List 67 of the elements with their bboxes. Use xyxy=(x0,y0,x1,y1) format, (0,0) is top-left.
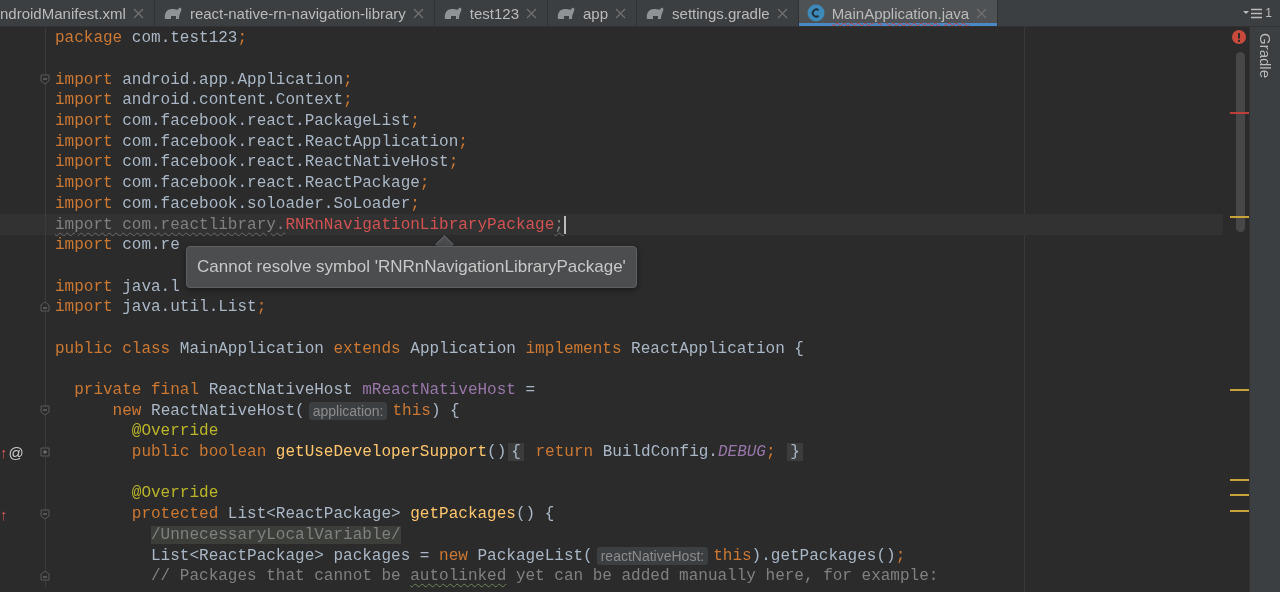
code-text: public boolean getUseDeveloperSupport() xyxy=(130,443,507,462)
error-stripe-mark[interactable] xyxy=(1230,510,1249,512)
folded-code[interactable]: } xyxy=(787,443,803,462)
close-icon[interactable] xyxy=(132,7,144,19)
code-line: import com.re xyxy=(55,236,180,255)
fold-marker-icon[interactable] xyxy=(40,74,50,86)
code-line: @Override xyxy=(130,484,219,503)
tool-window-button[interactable]: Gradle xyxy=(1256,27,1274,79)
editor-tab[interactable]: ndroidManifest.xml xyxy=(0,0,155,26)
fold-marker-icon[interactable] xyxy=(40,570,50,582)
inlay-hint: reactNativeHost: xyxy=(596,546,709,565)
editor-tab[interactable]: settings.gradle xyxy=(637,0,799,26)
code-line: import com.facebook.react.ReactApplication; xyxy=(55,132,468,151)
scrollbar-thumb[interactable] xyxy=(1236,52,1245,232)
close-icon[interactable] xyxy=(526,7,538,19)
fold-marker-icon[interactable] xyxy=(40,446,50,458)
gutter-mark[interactable]: @ xyxy=(8,443,24,461)
fold-marker-icon[interactable] xyxy=(40,405,50,417)
code-line: import com.facebook.react.ReactPackage; xyxy=(55,174,430,193)
code-text: import com.reactlibrary.RNRnNavigationLibraryPackage; xyxy=(55,215,564,234)
elephant-icon xyxy=(162,5,183,21)
list-icon xyxy=(1243,7,1264,19)
code-line: import com.facebook.react.PackageList; xyxy=(55,112,420,131)
code-text: this) { xyxy=(392,401,460,420)
error-stripe-mark[interactable] xyxy=(1230,216,1249,218)
error-stripe-mark[interactable] xyxy=(1230,112,1249,114)
code-line: import android.app.Application; xyxy=(55,70,353,89)
suppression-comment: /UnnecessaryLocalVariable/ xyxy=(151,525,401,544)
editor-tab[interactable]: test123 xyxy=(434,0,549,26)
code-text: return BuildConfig.DEBUG; xyxy=(534,443,777,462)
tab-list-button[interactable]: 1 xyxy=(1235,0,1280,26)
inlay-hint: application: xyxy=(308,401,388,420)
code-text: List<ReactPackage> packages = new PackageList( xyxy=(150,546,593,565)
code-line: // Packages that cannot be autolinked yet can be added manually here, for example: xyxy=(150,567,939,586)
code-line: @Override xyxy=(130,422,219,441)
class-icon xyxy=(806,4,825,22)
error-icon[interactable] xyxy=(1232,30,1246,44)
code-line: private final ReactNativeHost mReactNativeHost = xyxy=(73,381,536,400)
code-line: import com.facebook.react.ReactNativeHost; xyxy=(55,153,459,172)
error-stripe-mark[interactable] xyxy=(1230,389,1249,391)
code-line: protected List<ReactPackage> getPackages() { xyxy=(130,505,555,524)
code-line: package com.test123; xyxy=(55,29,248,48)
elephant-icon xyxy=(556,5,577,21)
folded-code[interactable]: { xyxy=(508,443,524,462)
code-line: import android.content.Context; xyxy=(55,91,353,110)
fold-marker-icon[interactable] xyxy=(40,301,50,313)
elephant-icon xyxy=(442,5,463,21)
gutter-mark[interactable]: ↑ xyxy=(0,505,8,523)
code-text: new ReactNativeHost( xyxy=(111,401,305,420)
error-stripe-mark[interactable] xyxy=(1230,494,1249,496)
close-icon[interactable] xyxy=(412,7,424,19)
gutter-mark[interactable]: ↑ xyxy=(0,443,8,461)
code-line: import java.util.List; xyxy=(55,298,267,317)
close-icon[interactable] xyxy=(776,7,788,19)
code-text: this).getPackages(); xyxy=(713,546,906,565)
editor-tab[interactable]: MainApplication.java xyxy=(798,0,999,26)
fold-marker-icon[interactable] xyxy=(40,508,50,520)
editor-tab[interactable]: react-native-rn-navigation-library xyxy=(154,0,435,26)
elephant-icon xyxy=(645,5,666,21)
error-stripe-mark[interactable] xyxy=(1230,479,1249,481)
code-line: import java.l xyxy=(55,277,180,296)
close-icon[interactable] xyxy=(615,7,627,19)
code-line: public class MainApplication extends Application implements ReactApplication { xyxy=(55,339,804,358)
error-tooltip: Cannot resolve symbol 'RNRnNavigationLibraryPackage' xyxy=(186,246,637,288)
close-icon[interactable] xyxy=(976,7,988,19)
editor-tab[interactable]: app xyxy=(548,0,638,26)
code-line: import com.facebook.soloader.SoLoader; xyxy=(55,194,420,213)
